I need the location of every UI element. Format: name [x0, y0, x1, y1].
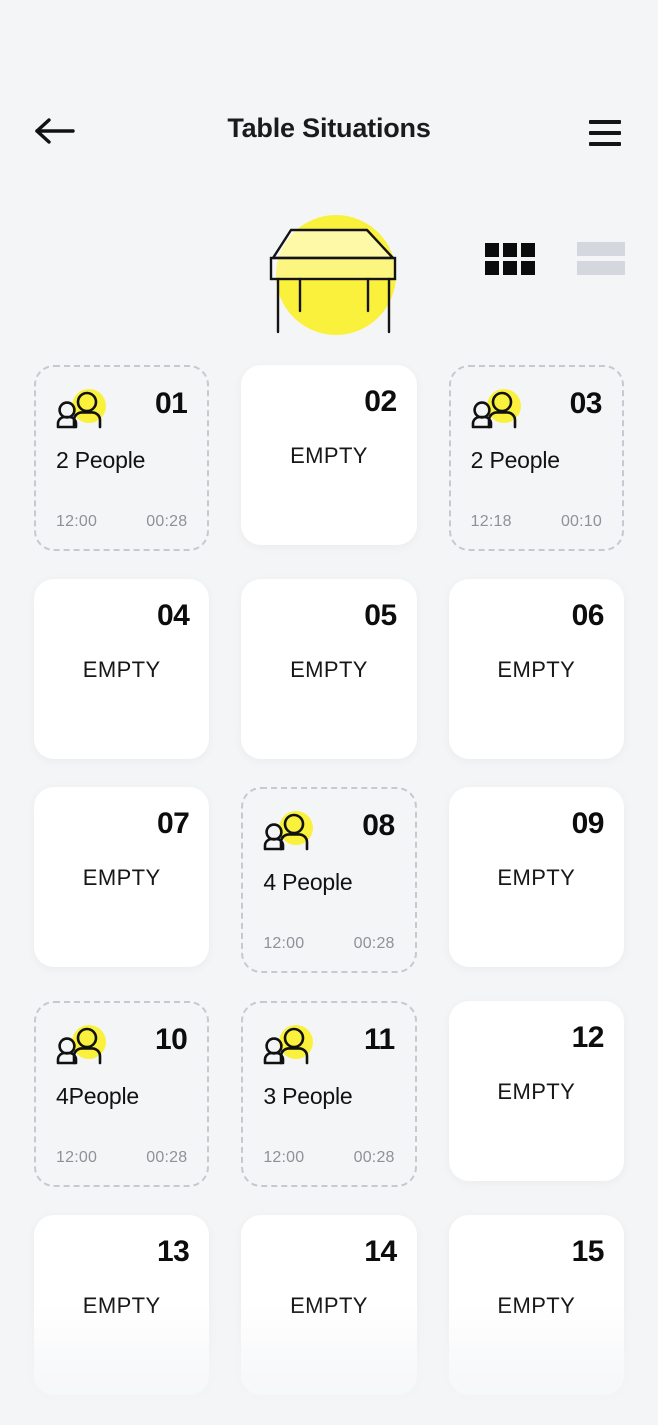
table-start-time: 12:00 — [56, 1149, 98, 1166]
table-status-empty: EMPTY — [497, 1079, 576, 1104]
table-card-02[interactable]: 02 EMPTY — [241, 365, 417, 545]
table-number: 13 — [156, 1235, 190, 1268]
table-elapsed-time: 00:28 — [146, 1149, 188, 1166]
table-times: 12:00 00:28 — [263, 935, 394, 953]
table-number: 05 — [364, 599, 397, 632]
table-times: 12:00 00:28 — [56, 513, 187, 531]
table-times: 12:18 00:10 — [471, 513, 602, 531]
table-start-time: 12:00 — [263, 935, 305, 952]
table-card-14[interactable]: 14 EMPTY — [241, 1215, 417, 1395]
table-number: 11 — [363, 1023, 395, 1056]
table-times: 12:00 00:28 — [56, 1149, 187, 1167]
view-toggle-group — [485, 242, 625, 275]
table-status-empty: EMPTY — [82, 657, 161, 682]
table-status-empty: EMPTY — [82, 865, 161, 890]
table-card-header: 06 — [469, 599, 605, 632]
table-card-12[interactable]: 12 EMPTY — [448, 1001, 624, 1181]
table-occupancy-label: 2 People — [56, 447, 146, 473]
table-card-10[interactable]: 10 4People 12:00 00:28 — [34, 1001, 210, 1187]
table-number: 04 — [156, 599, 190, 632]
table-illustration — [243, 210, 423, 345]
table-card-header: 10 — [56, 1023, 188, 1069]
table-number: 09 — [571, 807, 605, 840]
table-card-03[interactable]: 03 2 People 12:18 00:10 — [448, 365, 624, 551]
table-card-header: 07 — [54, 807, 190, 840]
table-status-empty: EMPTY — [290, 443, 368, 468]
table-number: 02 — [364, 385, 397, 418]
people-icon — [263, 1025, 315, 1069]
table-card-header: 08 — [263, 809, 395, 855]
table-occupancy-label: 4 People — [263, 869, 353, 895]
people-icon — [471, 389, 523, 433]
table-card-header: 11 — [263, 1023, 395, 1069]
table-elapsed-time: 00:28 — [353, 1149, 395, 1166]
table-start-time: 12:18 — [470, 513, 512, 530]
table-status-empty: EMPTY — [497, 657, 576, 682]
grid-view-toggle[interactable] — [485, 242, 535, 275]
table-card-header: 03 — [471, 389, 602, 433]
page-title: Table Situations — [227, 113, 431, 143]
table-card-header: 12 — [469, 1021, 605, 1054]
table-number: 15 — [571, 1235, 605, 1268]
list-view-toggle[interactable] — [577, 242, 625, 275]
table-card-header: 09 — [469, 807, 605, 840]
table-card-header: 01 — [56, 387, 188, 433]
hero-section — [0, 180, 658, 365]
table-status-empty: EMPTY — [497, 1293, 576, 1318]
people-icon — [56, 1025, 108, 1069]
list-icon — [577, 242, 625, 275]
table-card-13[interactable]: 13 EMPTY — [34, 1215, 210, 1395]
app-header: Table Situations — [0, 0, 658, 180]
table-occupancy-label: 4People — [56, 1083, 140, 1109]
table-card-header: 14 — [261, 1235, 397, 1268]
menu-button[interactable] — [582, 110, 628, 156]
table-elapsed-time: 00:10 — [560, 513, 602, 530]
table-card-04[interactable]: 04 EMPTY — [34, 579, 210, 759]
table-status-empty: EMPTY — [497, 865, 576, 890]
table-card-header: 04 — [54, 599, 190, 632]
table-occupancy-label: 3 People — [263, 1083, 353, 1109]
table-start-time: 12:00 — [263, 1149, 305, 1166]
table-number: 08 — [362, 809, 395, 842]
table-card-header: 15 — [469, 1235, 605, 1268]
table-card-06[interactable]: 06 EMPTY — [448, 579, 624, 759]
table-card-11[interactable]: 11 3 People 12:00 00:28 — [241, 1001, 417, 1187]
table-times: 12:00 00:28 — [263, 1149, 394, 1167]
table-start-time: 12:00 — [56, 513, 98, 530]
people-icon — [56, 389, 108, 433]
table-card-07[interactable]: 07 EMPTY — [34, 787, 210, 967]
table-number: 06 — [571, 599, 605, 632]
table-number: 10 — [154, 1023, 188, 1056]
table-status-empty: EMPTY — [290, 657, 368, 682]
table-card-header: 13 — [54, 1235, 190, 1268]
table-number: 01 — [154, 387, 188, 420]
table-card-01[interactable]: 01 2 People 12:00 00:28 — [34, 365, 210, 551]
table-card-15[interactable]: 15 EMPTY — [448, 1215, 624, 1395]
table-elapsed-time: 00:28 — [353, 935, 395, 952]
table-card-05[interactable]: 05 EMPTY — [241, 579, 417, 759]
table-card-08[interactable]: 08 4 People 12:00 00:28 — [241, 787, 417, 973]
hamburger-menu-icon — [589, 120, 621, 146]
table-number: 12 — [571, 1021, 605, 1054]
table-number: 07 — [156, 807, 190, 840]
table-elapsed-time: 00:28 — [146, 513, 188, 530]
table-number: 14 — [364, 1235, 397, 1268]
table-card-header: 02 — [261, 385, 397, 418]
table-status-empty: EMPTY — [82, 1293, 161, 1318]
grid-icon — [485, 242, 535, 275]
table-number: 03 — [569, 387, 603, 420]
people-icon — [263, 811, 315, 855]
table-card-09[interactable]: 09 EMPTY — [448, 787, 624, 967]
table-grid: 01 2 People 12:00 00:28 02 EMPTY 03 2 People 12:… — [0, 365, 658, 1395]
table-card-header: 05 — [261, 599, 397, 632]
table-occupancy-label: 2 People — [470, 447, 560, 473]
table-status-empty: EMPTY — [290, 1293, 368, 1318]
